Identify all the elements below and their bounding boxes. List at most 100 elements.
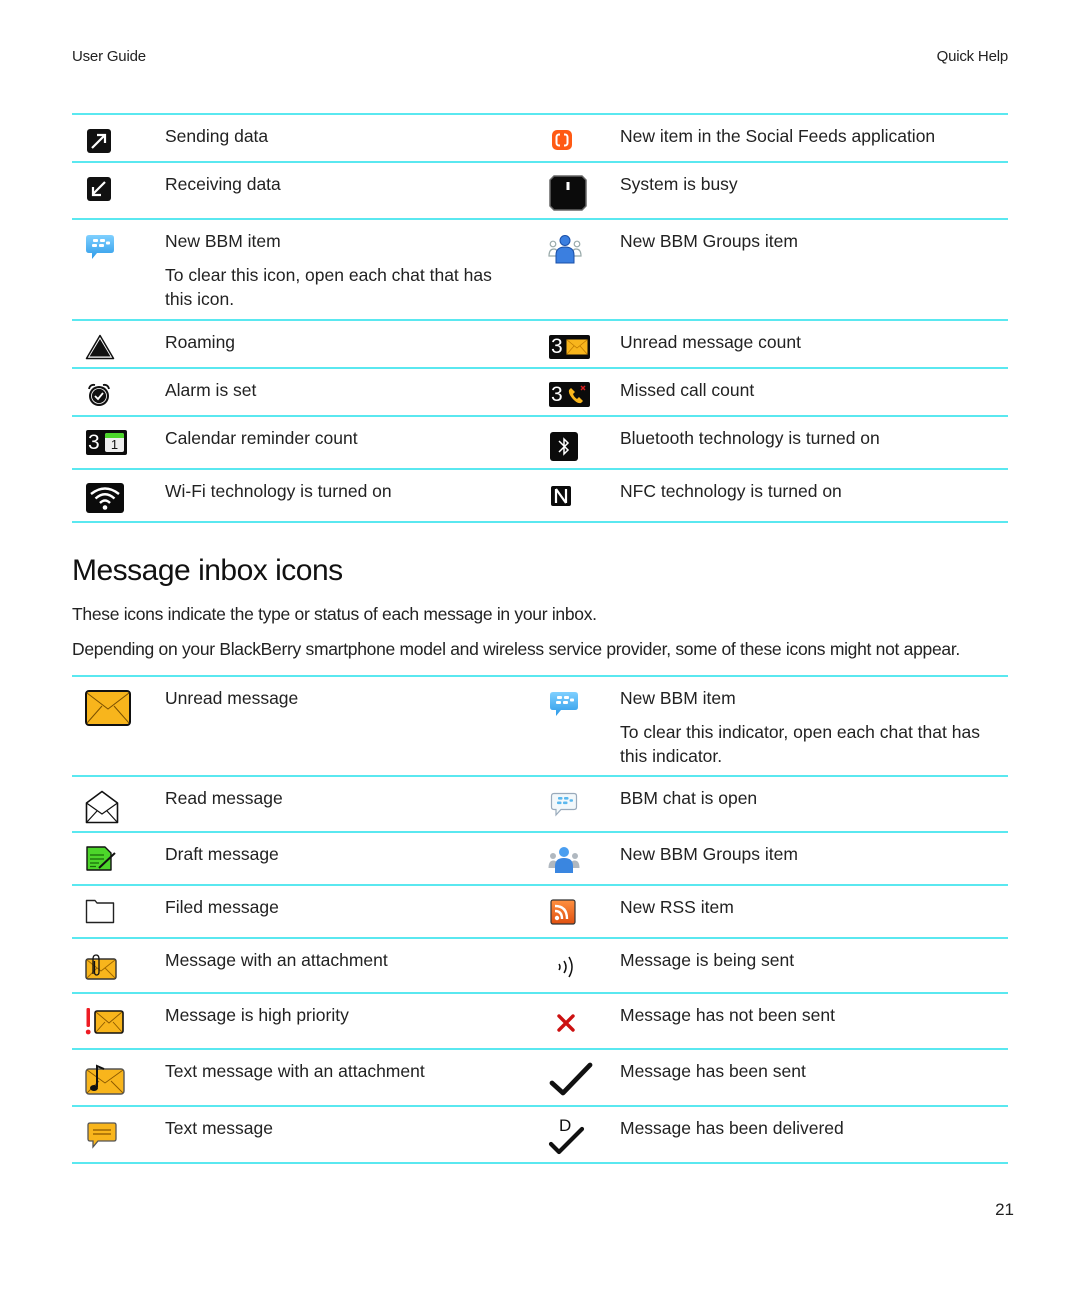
icon-label: Unread message <box>165 688 299 708</box>
icon-label: Message has been delivered <box>620 1118 844 1138</box>
table-row: Text message with an attachment Message … <box>72 1050 1008 1107</box>
table-row: New BBM item To clear this icon, open eac… <box>72 220 1008 321</box>
table-cell: 3 Unread message count <box>540 321 1008 367</box>
table-row: Alarm is set 3 Missed call count <box>72 369 1008 417</box>
icon-label: Message has not been sent <box>620 1005 836 1025</box>
section-intro: These icons indicate the type or status … <box>72 604 597 624</box>
bbm-groups-icon <box>548 235 582 264</box>
table-cell: Message has not been sent <box>540 994 1008 1048</box>
icon-label: New BBM Groups item <box>620 231 798 251</box>
table-cell: Bluetooth technology is turned on <box>540 417 1008 468</box>
icon-label: Text message <box>165 1118 273 1138</box>
table-cell: New RSS item <box>540 886 1008 937</box>
icon-label: NFC technology is turned on <box>620 481 842 501</box>
table-row: Message is high priority Message has not… <box>72 994 1008 1050</box>
table-cell: System is busy <box>540 163 1008 218</box>
missed-call-count-icon: 3 <box>549 382 590 407</box>
table-cell: 3 Missed call count <box>540 369 1008 415</box>
table-row: Sending data New item in the Social Feed… <box>72 115 1008 163</box>
icon-label: Calendar reminder count <box>165 428 358 448</box>
icon-label: Message has been sent <box>620 1061 806 1081</box>
table-cell: Message with an attachment <box>72 939 540 992</box>
icon-note: To clear this icon, open each chat that … <box>165 265 492 309</box>
icon-label: New BBM item <box>620 688 736 708</box>
bbm-item-icon <box>86 235 114 259</box>
icon-label: Receiving data <box>165 174 281 194</box>
delivered-icon: D <box>548 1117 588 1157</box>
icon-label: New BBM Groups item <box>620 844 798 864</box>
system-busy-icon <box>549 175 587 211</box>
icon-label: Sending data <box>165 126 269 146</box>
icon-label: Alarm is set <box>165 380 257 400</box>
text-message-icon <box>87 1122 117 1149</box>
table-cell: Alarm is set <box>72 369 540 415</box>
table-cell: NFC technology is turned on <box>540 470 1008 521</box>
table-cell: Draft message <box>72 833 540 884</box>
icon-label: Message is being sent <box>620 950 795 970</box>
table-cell: BBM chat is open <box>540 777 1008 831</box>
bbm-groups-icon <box>548 847 580 873</box>
sending-data-icon <box>87 129 111 153</box>
bbm-item-icon <box>550 692 578 716</box>
table-cell: New BBM Groups item <box>540 833 1008 884</box>
table-cell: Text message <box>72 1107 540 1162</box>
draft-message-icon <box>86 846 116 871</box>
inbox-icons-table: Unread message New BBM item To clear this… <box>72 675 1008 1164</box>
attachment-message-icon <box>85 954 117 980</box>
table-row: Filed message New RSS item <box>72 886 1008 939</box>
bluetooth-icon <box>550 432 578 461</box>
icon-note: To clear this indicator, open each chat … <box>620 722 980 766</box>
calendar-day: 1 <box>110 437 119 452</box>
text-attachment-icon <box>85 1064 125 1095</box>
table-cell: New BBM Groups item <box>540 220 1008 319</box>
table-cell: Wi-Fi technology is turned on <box>72 470 540 521</box>
high-priority-icon <box>85 1008 124 1035</box>
table-cell: 3 1 Calendar reminder count <box>72 417 540 468</box>
table-row: 3 1 Calendar reminder count Bluetooth te… <box>72 417 1008 470</box>
unread-message-icon <box>85 690 131 726</box>
icon-label: Missed call count <box>620 380 755 400</box>
icon-label: Read message <box>165 788 283 808</box>
table-cell: Receiving data <box>72 163 540 218</box>
sending-icon <box>558 956 573 978</box>
table-row: Draft message New BBM Groups item <box>72 833 1008 886</box>
filed-message-icon <box>85 899 115 924</box>
roaming-icon <box>85 334 115 360</box>
read-message-icon <box>85 790 119 824</box>
table-cell: Roaming <box>72 321 540 367</box>
table-cell: New BBM item To clear this icon, open eac… <box>72 220 540 319</box>
count-badge: 3 <box>551 383 563 406</box>
table-cell: D Message has been delivered <box>540 1107 1008 1162</box>
icon-label: New item in the Social Feeds application <box>620 126 936 146</box>
icon-label: Roaming <box>165 332 236 352</box>
table-cell: Unread message <box>72 677 540 775</box>
icon-label: Draft message <box>165 844 279 864</box>
icon-label: System is busy <box>620 174 738 194</box>
table-row: Roaming 3 Unread message count <box>72 321 1008 369</box>
nfc-icon <box>551 486 571 506</box>
icon-label: Message is high priority <box>165 1005 349 1025</box>
status-icons-table: Sending data New item in the Social Feed… <box>72 113 1008 523</box>
table-cell: Filed message <box>72 886 540 937</box>
table-row: Wi-Fi technology is turned on NFC techno… <box>72 470 1008 523</box>
bbm-chat-open-icon <box>550 792 578 817</box>
table-cell: Read message <box>72 777 540 831</box>
icon-label: Filed message <box>165 897 279 917</box>
count-badge: 3 <box>551 335 563 358</box>
icon-label: Wi-Fi technology is turned on <box>165 481 392 501</box>
unread-count-icon: 3 <box>549 335 590 359</box>
icon-label: Bluetooth technology is turned on <box>620 428 880 448</box>
table-row: Receiving data System is busy <box>72 163 1008 220</box>
social-feeds-icon <box>552 130 572 150</box>
table-cell: Sending data <box>72 115 540 161</box>
table-row: Read message BBM chat is open <box>72 777 1008 833</box>
page-number: 21 <box>995 1200 1014 1219</box>
count-badge: 3 <box>88 431 100 454</box>
table-cell: Message has been sent <box>540 1050 1008 1105</box>
icon-label: New RSS item <box>620 897 734 917</box>
table-row: Unread message New BBM item To clear this… <box>72 677 1008 777</box>
icon-label: Unread message count <box>620 332 801 352</box>
table-cell: Text message with an attachment <box>72 1050 540 1105</box>
section-note: Depending on your BlackBerry smartphone … <box>72 639 960 659</box>
sent-icon <box>549 1062 593 1096</box>
